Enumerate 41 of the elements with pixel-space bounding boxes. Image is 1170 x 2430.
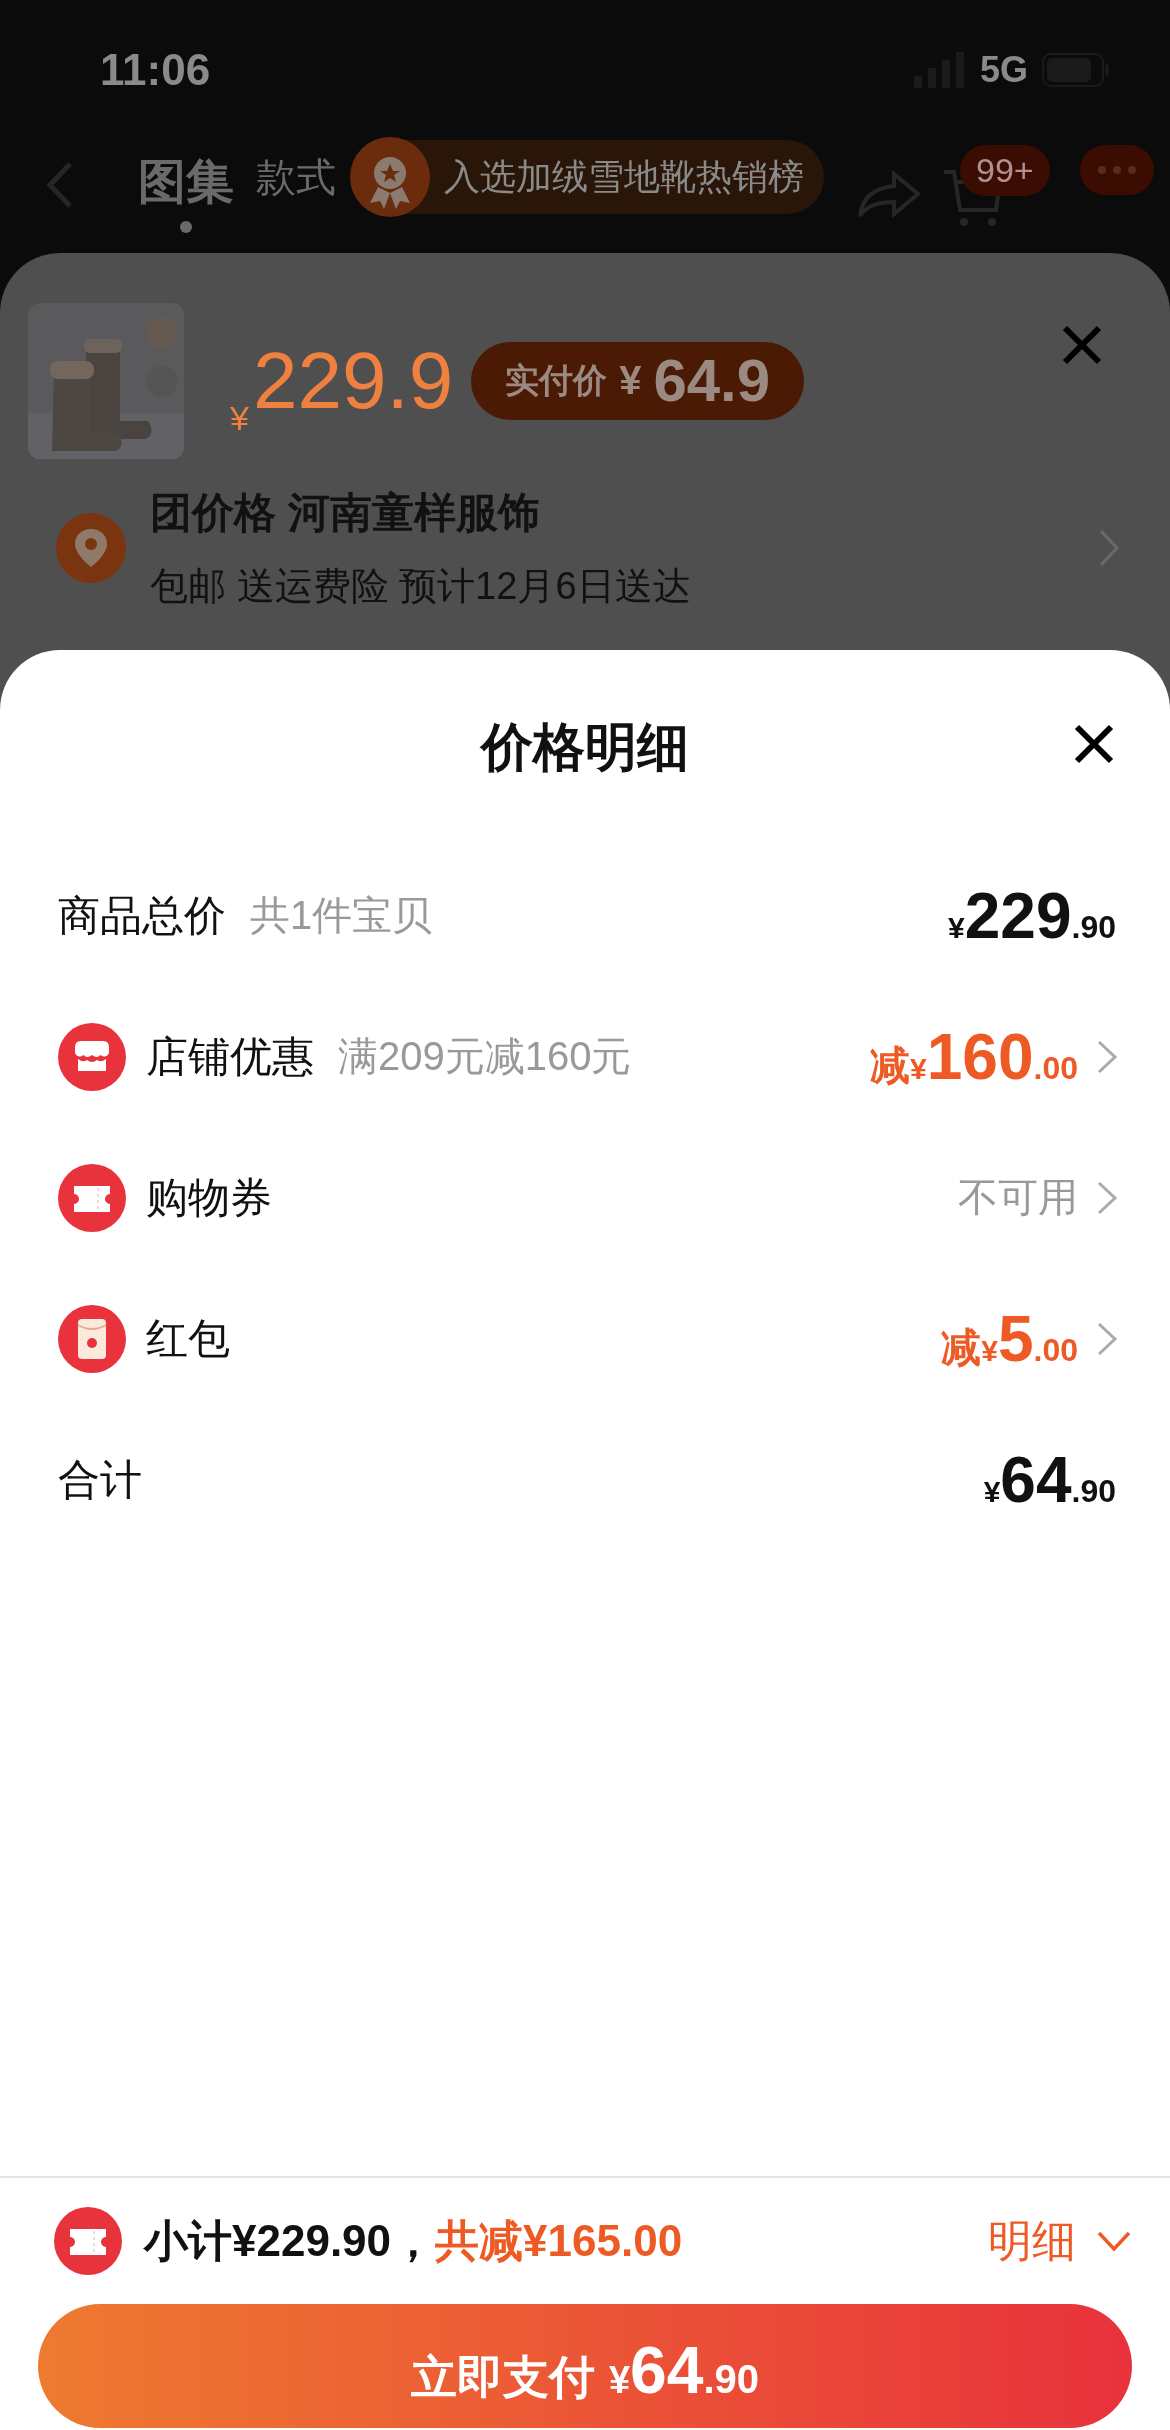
share-icon[interactable] [856,170,922,220]
discount-amount: 减¥5.00 [941,1301,1078,1376]
tab[interactable]: 款式 [248,153,344,228]
status-time: 11:06 [100,45,211,95]
delivery-info: 包邮 送运费险 预计12月6日送达 [150,563,692,609]
row-label: 购物券 [146,1172,272,1223]
envelope-icon [58,1304,126,1373]
actual-price-tag: 实付价 ¥ 64.9 [471,341,805,420]
row-note: 共1件宝贝 [250,892,433,939]
details-toggle[interactable]: 明细 [988,2211,1132,2271]
tab[interactable]: 图集 [130,153,242,237]
ticket-icon [58,1163,126,1232]
row-note: 满209元减160元 [338,1033,632,1080]
cart-badge: 99+ [960,145,1050,196]
sheet-title: 价格明细 [481,716,689,778]
ranking-banner[interactable]: 入选加绒雪地靴热销榜 [352,140,824,214]
address-title: 团价格 河南童样服饰 [150,487,541,538]
row-label: 合计 [58,1454,142,1505]
row-label: 红包 [146,1313,230,1364]
ticket-icon [54,2207,122,2275]
row-label: 商品总价 [58,890,226,941]
medal-icon [350,137,430,217]
subtotal-text: 小计¥229.90， [144,2214,436,2267]
more-icon[interactable] [1080,145,1154,195]
address-row[interactable]: 团价格 河南童样服饰 包邮 送运费险 预计12月6日送达 [0,468,1170,628]
status-text[interactable]: 不可用 [958,1170,1078,1225]
banner-text: 入选加绒雪地靴热销榜 [444,154,804,199]
price-amount: ¥229.90 [948,878,1116,953]
location-pin-icon [56,513,126,583]
price-amount: ¥64.90 [983,1442,1116,1517]
chevron-right-icon [1098,528,1120,568]
close-icon[interactable] [1074,724,1114,764]
discount-amount: 减¥160.00 [870,1019,1078,1094]
currency-symbol: ¥ [230,399,249,438]
shop-icon [58,1022,126,1091]
row-label: 店铺优惠 [146,1031,314,1082]
product-price: 229.9 [252,334,454,427]
network-label: 5G [979,49,1028,91]
pay-now-button[interactable]: 立即支付 ¥64.90 [38,2304,1132,2428]
savings-text: 共减¥165.00 [435,2214,683,2267]
chevron-down-icon [1096,2230,1132,2252]
